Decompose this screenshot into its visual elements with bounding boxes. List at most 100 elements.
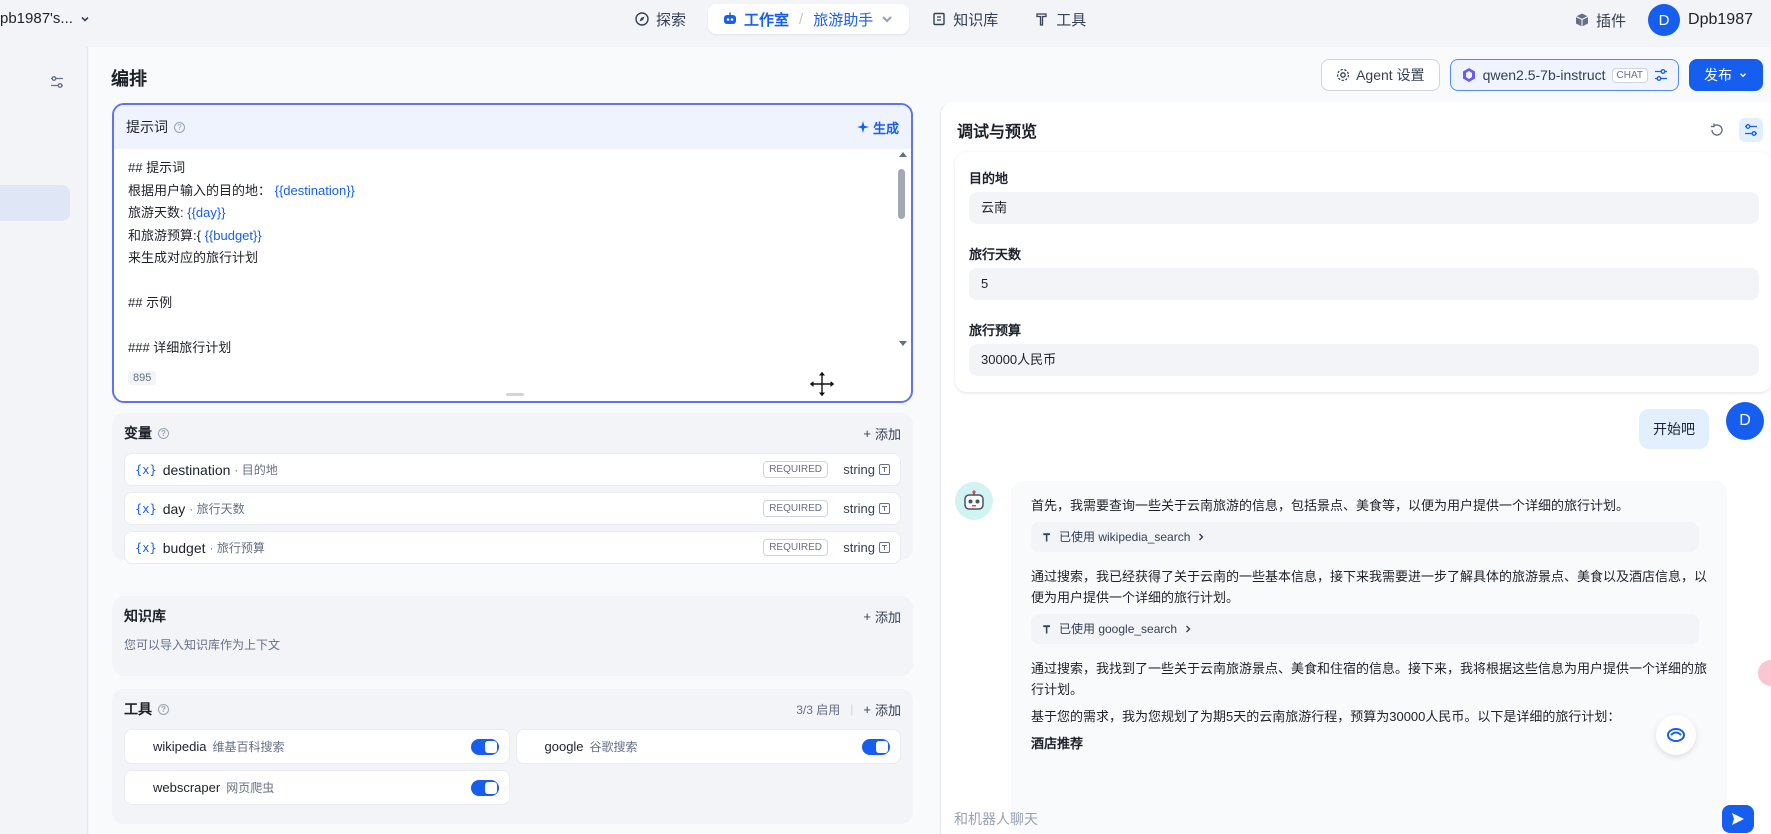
model-logo-icon xyxy=(1462,68,1475,82)
tool-desc: 网页爬虫 xyxy=(226,781,275,795)
nav-knowledge[interactable]: 知识库 xyxy=(917,4,1012,34)
knowledge-section: 知识库 + 添加 您可以导入知识库作为上下文 xyxy=(112,596,913,676)
generate-button[interactable]: 生成 xyxy=(856,118,899,137)
nav-tools[interactable]: 工具 xyxy=(1020,4,1100,34)
type-icon xyxy=(879,503,890,514)
model-mode-badge: CHAT xyxy=(1611,67,1648,83)
plugin-button[interactable]: 插件 xyxy=(1574,10,1626,31)
tools-list: wikipedia 维基百科搜索 google 谷歌搜索 webscraper … xyxy=(112,729,913,805)
destination-input[interactable]: 云南 xyxy=(969,192,1759,224)
tools-enabled-count: 3/3 启用 xyxy=(796,702,841,717)
variable-row[interactable]: {x} day · 旅行天数 REQUIRED string xyxy=(124,492,901,525)
chevron-right-icon xyxy=(1186,625,1191,633)
main-nav: 探索 工作室 / 旅游助手 知识库 工具 xyxy=(620,4,1100,34)
prompt-header: 提示词 ? 生成 xyxy=(114,105,911,149)
variable-row[interactable]: {x} budget · 旅行预算 REQUIRED string xyxy=(124,531,901,564)
tool-toggle[interactable] xyxy=(470,780,499,796)
refresh-icon[interactable] xyxy=(1709,122,1725,138)
add-tool-button[interactable]: + 添加 xyxy=(863,700,901,719)
help-icon[interactable]: ? xyxy=(158,703,169,715)
field-label: 旅行预算 xyxy=(969,323,1022,338)
plus-icon: + xyxy=(863,425,871,441)
bot-avatar xyxy=(955,482,993,520)
generate-label: 生成 xyxy=(872,120,899,136)
sparkle-icon xyxy=(856,121,869,133)
variable-type[interactable]: string xyxy=(843,462,890,477)
tool-toggle[interactable] xyxy=(862,739,890,755)
tool-name: wikipedia xyxy=(153,739,207,754)
add-variable-button[interactable]: + 添加 xyxy=(863,424,901,443)
floating-action-button[interactable] xyxy=(1656,715,1696,755)
plugin-label: 插件 xyxy=(1596,12,1627,30)
model-selector[interactable]: qwen2.5-7b-instruct CHAT xyxy=(1449,59,1679,91)
top-bar: pb1987's... 探索 工作室 / 旅游助手 知识库 工具 插件 D Dp… xyxy=(0,0,1771,47)
agent-settings-button[interactable]: Agent 设置 xyxy=(1321,59,1440,91)
input-variables-form: 目的地 云南 旅行天数 5 旅行预算 30000人民币 xyxy=(955,152,1771,392)
send-button[interactable] xyxy=(1722,805,1754,833)
prompt-line: ## 提示词 xyxy=(128,160,186,175)
days-input[interactable]: 5 xyxy=(969,268,1759,300)
tool-item[interactable]: webscraper 网页爬虫 xyxy=(124,770,510,805)
page-title: 编排 xyxy=(111,69,147,89)
tool-call-item[interactable]: 已使用 google_search xyxy=(1031,614,1699,644)
variable-type[interactable]: string xyxy=(843,501,890,516)
current-app-name[interactable]: 旅游助手 xyxy=(813,9,873,30)
help-icon[interactable]: ? xyxy=(158,427,169,439)
prompt-line: ### 详细旅行计划 xyxy=(128,340,232,355)
prompt-editor[interactable]: 提示词 ? 生成 ## 提示词 根据用户输入的目的地： {{destinatio… xyxy=(112,103,913,403)
field-label: 目的地 xyxy=(969,171,1009,186)
variables-title: 变量? xyxy=(124,423,169,443)
workspace-switcher[interactable]: pb1987's... xyxy=(0,10,91,27)
variable-row[interactable]: {x} destination · 目的地 REQUIRED string xyxy=(124,453,901,486)
tool-item[interactable]: google 谷歌搜索 xyxy=(515,729,901,764)
variable-token: {{day}} xyxy=(187,205,226,220)
prompt-line: 和旅游预算:{ {{budget}} xyxy=(128,227,262,243)
user-menu[interactable]: D Dpb1987 xyxy=(1648,4,1753,36)
nav-explore[interactable]: 探索 xyxy=(620,4,700,34)
tool-item[interactable]: wikipedia 维基百科搜索 xyxy=(124,729,510,764)
chevron-down-icon xyxy=(882,16,892,23)
book-icon xyxy=(933,12,945,26)
plus-icon: + xyxy=(863,608,871,624)
help-icon[interactable]: ? xyxy=(174,121,185,133)
hammer-icon xyxy=(1036,13,1047,26)
nav-tools-label: 工具 xyxy=(1056,11,1087,29)
variable-key: budget xyxy=(162,539,206,556)
answer-paragraph: 通过搜索，我找到了一些关于云南旅游景点、美食和住宿的信息。接下来，我将根据这些信… xyxy=(1031,661,1708,697)
resize-handle[interactable] xyxy=(506,393,524,396)
tool-toggle[interactable] xyxy=(470,739,499,755)
tool-call-item[interactable]: 已使用 wikipedia_search xyxy=(1031,522,1699,552)
variable-token: {{destination}} xyxy=(274,182,355,198)
tool-name: webscraper xyxy=(153,780,221,795)
required-badge: REQUIRED xyxy=(763,500,828,517)
add-knowledge-button[interactable]: + 添加 xyxy=(863,607,901,626)
robot-icon xyxy=(724,12,737,24)
knowledge-title: 知识库 xyxy=(124,608,166,624)
required-badge: REQUIRED xyxy=(763,461,828,478)
variable-label: · 目的地 xyxy=(234,463,278,477)
tools-meta: 3/3 启用 | + 添加 xyxy=(796,700,901,719)
variable-type[interactable]: string xyxy=(843,540,890,555)
variable-key: destination xyxy=(162,461,231,478)
gear-icon xyxy=(1337,68,1350,82)
robot-icon xyxy=(964,490,984,510)
chat-input[interactable]: 和机器人聊天 xyxy=(954,804,1754,834)
prompt-text[interactable]: ## 提示词 根据用户输入的目的地： {{destination}} 旅游天数:… xyxy=(128,157,888,360)
chat-placeholder: 和机器人聊天 xyxy=(954,811,1038,827)
workspace-name: pb1987's... xyxy=(0,10,73,27)
sidebar-selected-item[interactable] xyxy=(0,185,70,221)
budget-input[interactable]: 30000人民币 xyxy=(969,344,1759,376)
required-badge: REQUIRED xyxy=(763,539,828,556)
top-right-actions: 插件 D Dpb1987 xyxy=(1574,4,1753,36)
tool-desc: 维基百科搜索 xyxy=(212,740,285,754)
nav-knowledge-label: 知识库 xyxy=(953,11,999,29)
move-cursor-icon xyxy=(808,370,836,398)
nav-studio[interactable]: 工作室 / 旅游助手 xyxy=(708,4,910,34)
scrollbar-thumb[interactable] xyxy=(898,169,905,219)
publish-button[interactable]: 发布 xyxy=(1689,59,1763,91)
variables-toggle[interactable] xyxy=(1739,118,1763,142)
variable-icon: {x} xyxy=(135,540,157,555)
sliders-icon[interactable] xyxy=(50,75,64,89)
hammer-icon xyxy=(1043,533,1050,542)
tools-title: 工具? xyxy=(124,699,169,719)
